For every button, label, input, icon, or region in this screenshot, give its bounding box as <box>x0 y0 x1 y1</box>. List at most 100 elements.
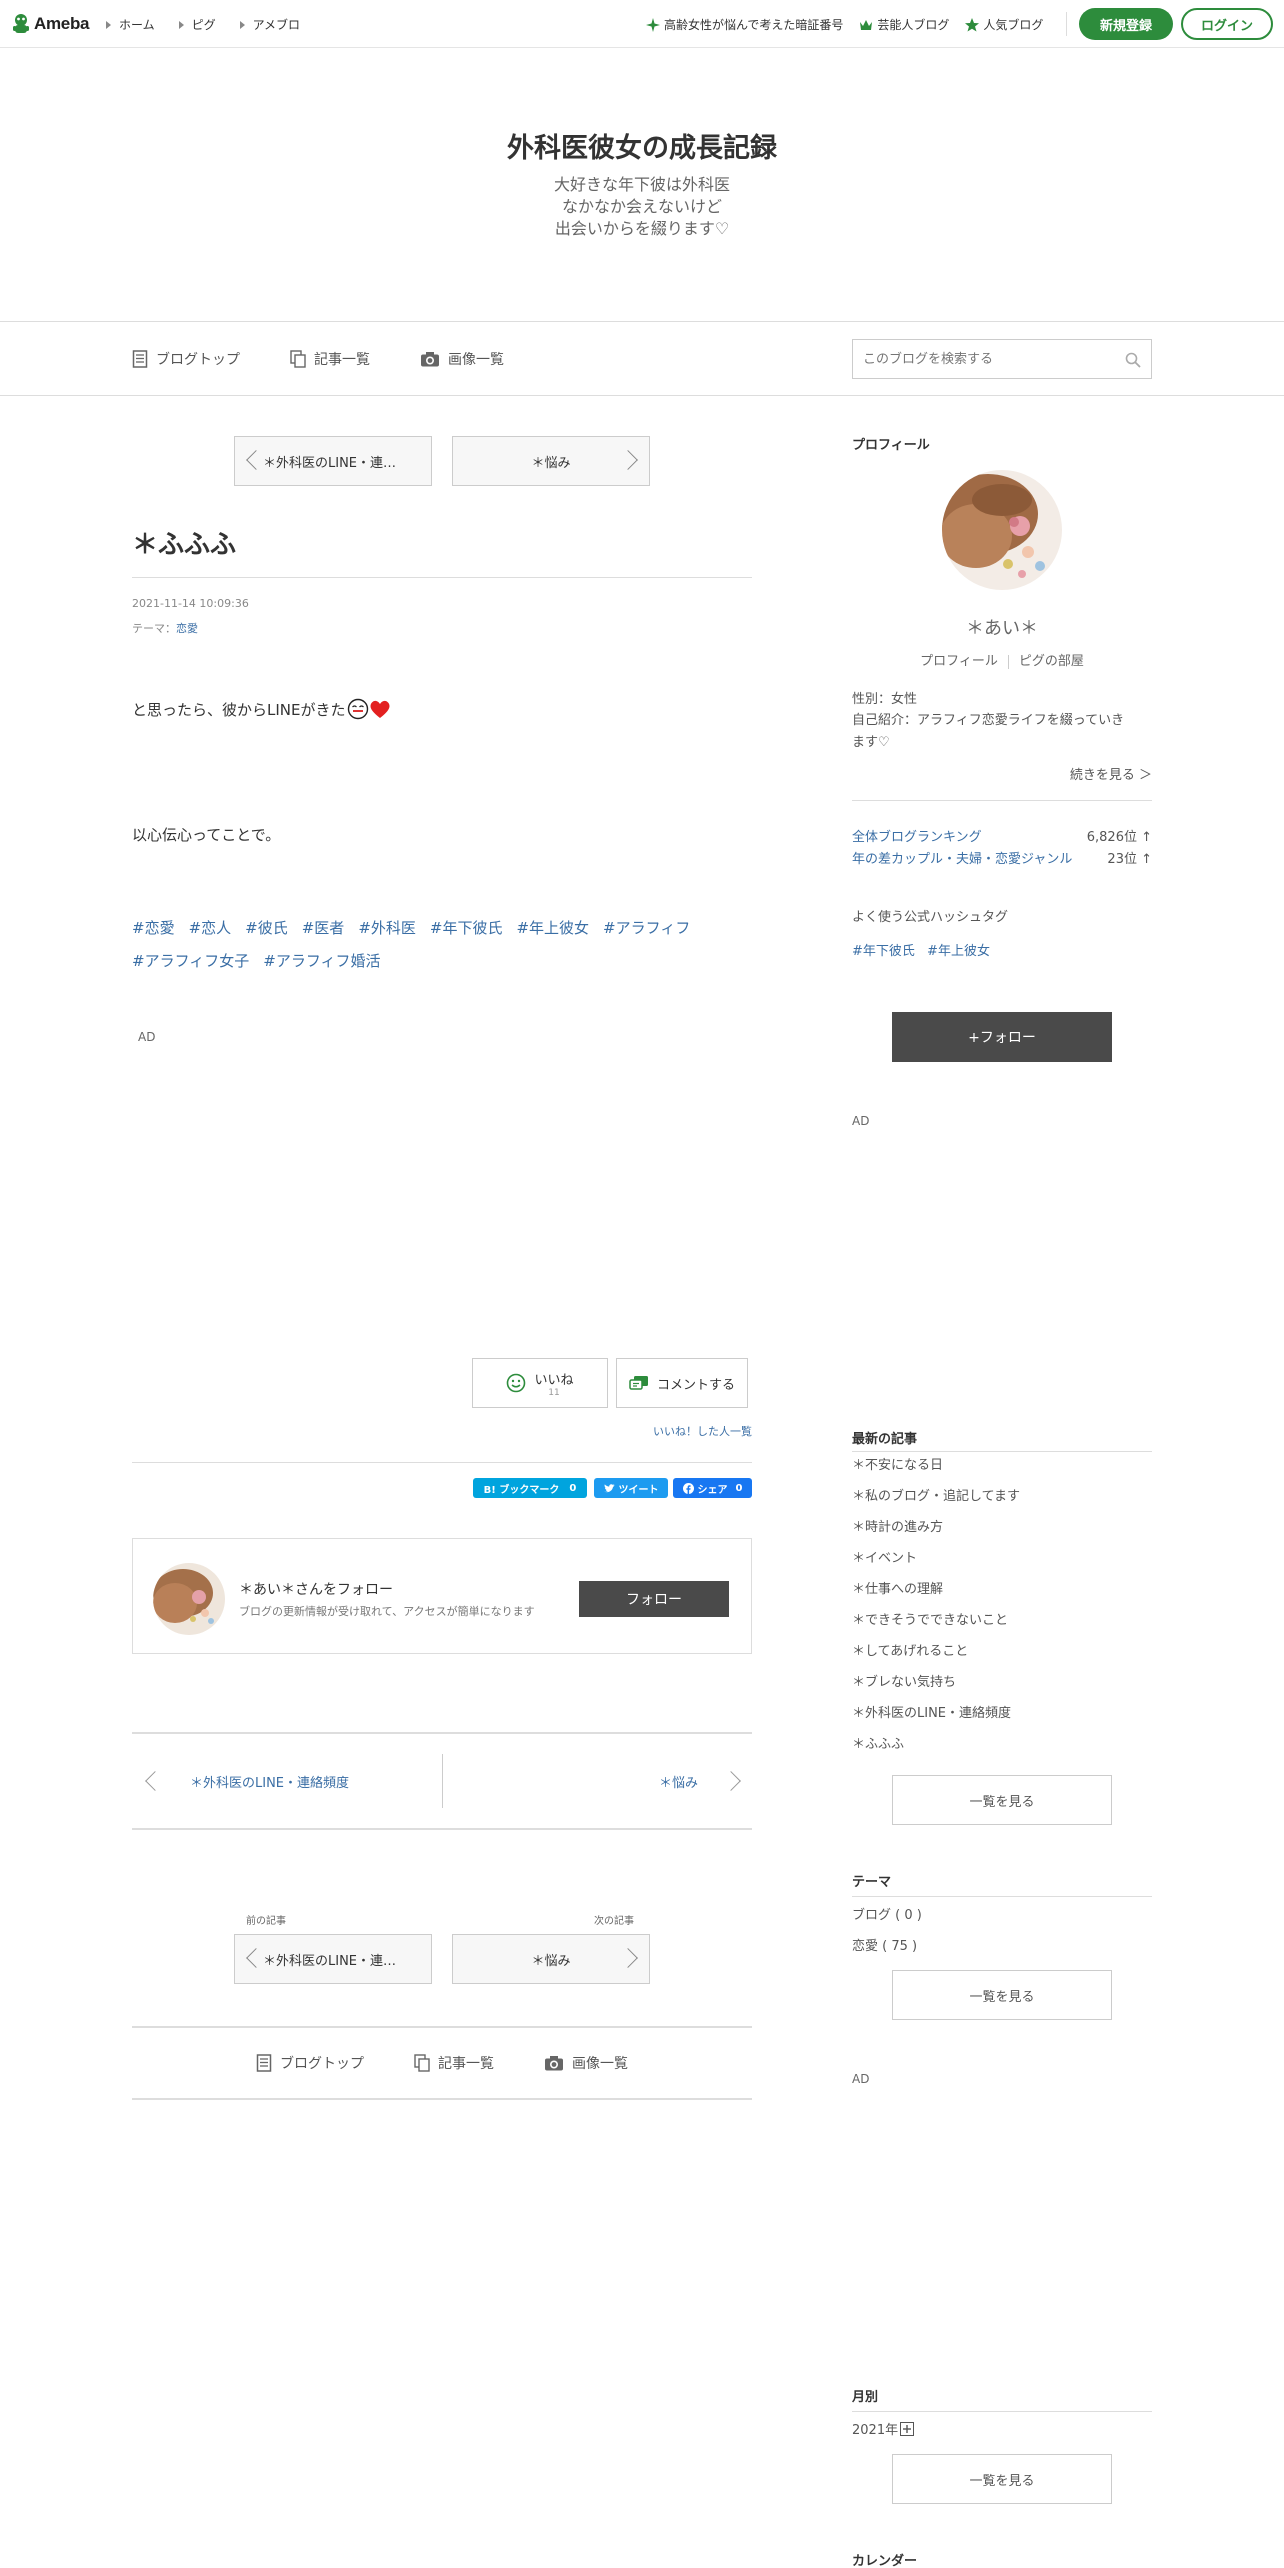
entry-theme: テーマ：恋愛 <box>132 620 198 636</box>
monthly-divider <box>852 2411 1152 2412</box>
hashtag-link[interactable]: #外科医 <box>358 912 416 945</box>
recent-article-link[interactable]: ＊外科医のLINE・連絡頻度 <box>852 1705 1152 1736</box>
link-trending-article-label: 高齢女性が悩んで考えた暗証番号 <box>664 18 844 32</box>
hashtag-link[interactable]: #アラフィフ婚活 <box>263 945 380 978</box>
facebook-icon <box>682 1482 694 1494</box>
chevron-right-icon <box>618 450 638 470</box>
monthly-year[interactable]: 2021年 <box>852 2419 915 2438</box>
profile-more-link[interactable]: 続きを見る ＞ <box>852 764 1152 783</box>
tab-blog-top[interactable]: ブログトップ <box>132 349 240 369</box>
hashtag-link[interactable]: #恋人 <box>189 912 232 945</box>
crown-icon <box>860 19 873 30</box>
profile-avatar[interactable] <box>942 470 1062 590</box>
register-button[interactable]: 新規登録 <box>1079 8 1173 40</box>
chevron-right-icon <box>721 1771 741 1791</box>
sidebar-hashtag-link[interactable]: #年上彼女 <box>927 944 990 959</box>
profile-gender: 性別：女性 <box>852 692 918 707</box>
nav-pig[interactable]: ピグ <box>178 16 216 33</box>
profile-name[interactable]: ＊あい＊ <box>852 614 1152 640</box>
expand-plus-icon <box>900 2421 915 2436</box>
pig-room-link[interactable]: ピグの部屋 <box>1019 654 1084 669</box>
nav-home[interactable]: ホーム <box>106 16 155 33</box>
comment-button[interactable]: コメントする <box>616 1358 748 1408</box>
theme-item-love[interactable]: 恋愛 ( 75 ) <box>852 1935 917 1954</box>
entry-title[interactable]: ＊ふふふ <box>132 524 236 561</box>
recent-article-link[interactable]: ＊時計の進み方 <box>852 1519 1152 1550</box>
hashtag-link[interactable]: #アラフィフ女子 <box>132 945 249 978</box>
recent-article-link[interactable]: ＊してあげれること <box>852 1643 1152 1674</box>
blog-nav: ブログトップ 記事一覧 画像一覧 <box>0 322 1284 396</box>
entry-theme-link[interactable]: 恋愛 <box>176 622 198 635</box>
next-article-button[interactable]: ＊悩み <box>452 436 650 486</box>
recent-article-link[interactable]: ＊できそうでできないこと <box>852 1612 1152 1643</box>
copy-icon <box>290 350 306 368</box>
hashtag-link[interactable]: #彼氏 <box>245 912 288 945</box>
prev-article-button[interactable]: ＊外科医のLINE・連絡頻度 <box>234 1934 432 1984</box>
hashtag-link[interactable]: #年上彼女 <box>516 912 589 945</box>
ranking-overall[interactable]: 全体ブログランキング 6,826位 ↑ <box>852 826 1152 845</box>
recent-article-link[interactable]: ＊仕事への理解 <box>852 1581 1152 1612</box>
recent-articles: ＊不安になる日 ＊私のブログ・追記してます ＊時計の進み方 ＊イベント ＊仕事へ… <box>852 1457 1152 1767</box>
recent-article-link[interactable]: ＊イベント <box>852 1550 1152 1581</box>
recent-heading: 最新の記事 <box>852 1432 918 1447</box>
recent-article-link[interactable]: ＊ふふふ <box>852 1736 1152 1767</box>
hashtag-link[interactable]: #アラフィフ <box>603 912 690 945</box>
footer-tab-blog-top[interactable]: ブログトップ <box>256 2053 364 2073</box>
tab-image-list[interactable]: 画像一覧 <box>420 349 504 369</box>
liked-users-link[interactable]: いいね！した人一覧 <box>600 1423 752 1439</box>
sparkle-icon <box>646 17 660 32</box>
next-article-label: ＊悩み <box>531 455 571 471</box>
like-button[interactable]: いいね 11 <box>472 1358 608 1408</box>
profile-intro: 自己紹介：アラフィフ恋愛ライフを綴っていき ます♡ <box>852 710 1152 754</box>
smile-icon <box>507 1373 526 1393</box>
follow-card: ＊あい＊さんをフォロー ブログの更新情報が受け取れて、アクセスが簡単になります … <box>132 1538 752 1654</box>
monthly-see-all-button[interactable]: 一覧を見る <box>892 2454 1112 2504</box>
bottom-next-article[interactable]: ＊悩み <box>443 1734 752 1828</box>
title-divider <box>132 577 752 578</box>
nav-ameblo[interactable]: アメブロ <box>239 16 300 33</box>
hatena-label: B! ブックマーク <box>483 1484 560 1496</box>
profile-link[interactable]: プロフィール <box>920 654 998 669</box>
sidebar-follow-button[interactable]: +フォロー <box>892 1012 1112 1062</box>
entry-theme-prefix: テーマ： <box>132 622 176 635</box>
next-article-button[interactable]: ＊悩み <box>452 1934 650 1984</box>
recent-article-link[interactable]: ＊私のブログ・追記してます <box>852 1488 1152 1519</box>
follow-button[interactable]: フォロー <box>579 1581 729 1617</box>
ad-label: AD <box>138 1030 156 1044</box>
chevron-left-icon <box>145 1771 165 1791</box>
search-icon[interactable] <box>1125 352 1141 368</box>
sidebar-hashtag-link[interactable]: #年下彼氏 <box>852 944 915 959</box>
prev-article-button[interactable]: ＊外科医のLINE・連絡頻度 <box>234 436 432 486</box>
ameba-logo[interactable]: Ameba <box>12 13 89 35</box>
bottom-prev-article[interactable]: ＊外科医のLINE・連絡頻度 <box>132 1734 442 1828</box>
avatar[interactable] <box>153 1563 225 1635</box>
hashtag-link[interactable]: #恋愛 <box>132 912 175 945</box>
blog-title[interactable]: 外科医彼女の成長記録 <box>0 126 1284 165</box>
nav-home-label: ホーム <box>119 18 155 32</box>
hashtag-link[interactable]: #医者 <box>302 912 345 945</box>
blog-search-input[interactable] <box>853 340 1151 378</box>
bottom-next-label: ＊悩み <box>658 1775 698 1791</box>
hatena-bookmark-button[interactable]: B! ブックマーク 0 <box>473 1478 587 1498</box>
bottom-pager: ＊外科医のLINE・連絡頻度 ＊悩み <box>132 1732 752 1830</box>
recent-article-link[interactable]: ＊不安になる日 <box>852 1457 1152 1488</box>
theme-item-blog[interactable]: ブログ ( 0 ) <box>852 1904 922 1923</box>
footer-tab-image-list[interactable]: 画像一覧 <box>544 2053 628 2073</box>
tweet-button[interactable]: ツイート <box>594 1478 668 1498</box>
tab-article-list[interactable]: 記事一覧 <box>290 349 370 369</box>
triangle-right-icon <box>239 20 245 29</box>
ranking-genre[interactable]: 年の差カップル・夫婦・恋愛ジャンル 23位 ↑ <box>852 848 1152 867</box>
recent-see-all-button[interactable]: 一覧を見る <box>892 1775 1112 1825</box>
sidebar-hashtags: #年下彼氏 #年上彼女 <box>852 940 990 959</box>
recent-article-link[interactable]: ＊ブレない気持ち <box>852 1674 1152 1705</box>
link-celebrity-blog[interactable]: 芸能人ブログ <box>859 16 949 33</box>
follow-card-title: ＊あい＊さんをフォロー <box>239 1582 393 1598</box>
facebook-share-button[interactable]: シェア 0 <box>673 1478 752 1498</box>
theme-see-all-button[interactable]: 一覧を見る <box>892 1970 1112 2020</box>
link-trending-article[interactable]: 高齢女性が悩んで考えた暗証番号 <box>646 16 843 33</box>
hashtag-link[interactable]: #年下彼氏 <box>430 912 503 945</box>
tab-blog-top-label: ブログトップ <box>156 352 240 368</box>
link-popular-blog[interactable]: 人気ブログ <box>965 16 1043 33</box>
footer-tab-article-list[interactable]: 記事一覧 <box>414 2053 494 2073</box>
login-button[interactable]: ログイン <box>1181 8 1273 40</box>
